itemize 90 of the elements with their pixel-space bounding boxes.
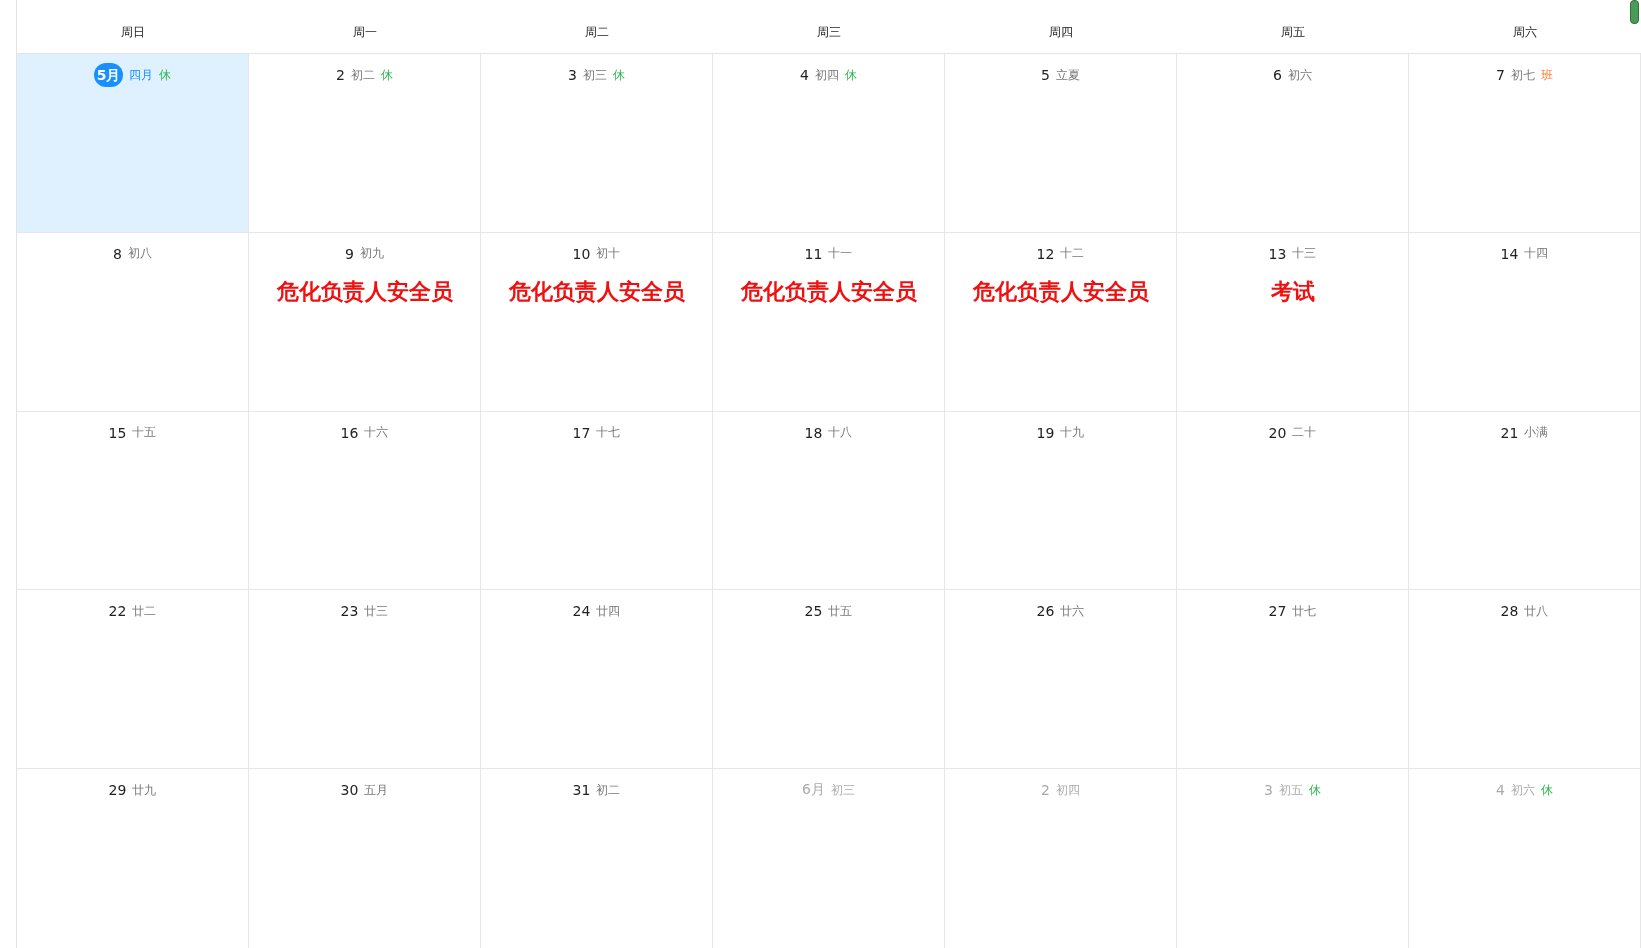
weekday-label: 周五: [1281, 24, 1305, 41]
day-number: 10: [572, 245, 591, 262]
holiday-tag: 班: [1540, 66, 1553, 84]
day-number: 26: [1036, 603, 1055, 620]
calendar-event[interactable]: 危化负责人安全员: [276, 276, 453, 307]
day-number: 8: [113, 245, 122, 262]
holiday-tag: 休: [612, 66, 625, 84]
lunar-date: 十二: [1060, 245, 1085, 263]
day-number: 19: [1036, 424, 1055, 441]
day-number: 2: [1041, 782, 1050, 799]
day-number: 6月: [802, 781, 825, 800]
weekday-label: 周日: [121, 24, 145, 41]
day-number: 7: [1496, 67, 1505, 83]
lunar-date: 立夏: [1055, 66, 1080, 84]
day-number: 24: [572, 603, 591, 620]
day-number: 5月: [93, 63, 124, 87]
lunar-date: 初三: [830, 781, 855, 799]
calendar-event[interactable]: 危化负责人安全员: [740, 276, 917, 307]
lunar-date: 廿七: [1292, 602, 1317, 620]
lunar-date: 廿五: [828, 602, 853, 620]
lunar-date: 初六: [1510, 781, 1535, 799]
day-number: 9: [345, 245, 354, 262]
day-number: 23: [340, 603, 359, 620]
day-number: 5: [1041, 67, 1050, 83]
lunar-date: 十一: [828, 245, 853, 263]
day-number: 6: [1273, 67, 1282, 83]
day-number: 21: [1500, 424, 1519, 441]
day-number: 17: [572, 424, 591, 441]
lunar-date: 廿二: [132, 602, 157, 620]
lunar-date: 初七: [1510, 66, 1535, 84]
day-number: 25: [804, 603, 823, 620]
lunar-date: 廿四: [596, 602, 621, 620]
day-number: 11: [804, 245, 823, 262]
calendar-event[interactable]: 危化负责人安全员: [508, 276, 685, 307]
day-number: 29: [108, 782, 127, 799]
calendar-event[interactable]: 考试: [1270, 276, 1315, 307]
lunar-date: 初九: [359, 245, 384, 263]
scrollbar-thumb[interactable]: [1630, 0, 1639, 24]
lunar-date: 初四: [1055, 781, 1080, 799]
calendar-event[interactable]: 危化负责人安全员: [972, 276, 1149, 307]
lunar-date: 初六: [1287, 66, 1312, 84]
day-number: 14: [1500, 245, 1519, 262]
lunar-date: 廿九: [132, 781, 157, 799]
holiday-tag: 休: [844, 66, 857, 84]
lunar-date: 十九: [1060, 424, 1085, 442]
day-number: 15: [108, 424, 127, 441]
lunar-date: 初八: [127, 245, 152, 263]
day-number: 12: [1036, 245, 1055, 262]
lunar-date: 廿六: [1060, 602, 1085, 620]
day-number: 18: [804, 424, 823, 441]
lunar-date: 初三: [582, 66, 607, 84]
holiday-tag: 休: [380, 66, 393, 84]
weekday-label: 周二: [585, 24, 609, 41]
lunar-date: 二十: [1292, 424, 1317, 442]
day-number: 13: [1268, 245, 1287, 262]
day-number: 2: [336, 67, 345, 83]
lunar-date: 廿八: [1524, 602, 1549, 620]
day-number: 4: [1496, 782, 1505, 799]
lunar-date: 十三: [1292, 245, 1317, 263]
day-number: 20: [1268, 424, 1287, 441]
lunar-date: 十七: [596, 424, 621, 442]
day-number: 30: [340, 782, 359, 799]
lunar-date: 十六: [364, 424, 389, 442]
day-number: 16: [340, 424, 359, 441]
weekday-label: 周四: [1049, 24, 1073, 41]
day-number: 22: [108, 603, 127, 620]
day-number: 27: [1268, 603, 1287, 620]
day-number: 28: [1500, 603, 1519, 620]
holiday-tag: 休: [159, 66, 172, 84]
lunar-date: 五月: [364, 781, 389, 799]
lunar-date: 十八: [828, 424, 853, 442]
day-number: 3: [1264, 782, 1273, 799]
lunar-date: 四月: [129, 66, 154, 84]
lunar-date: 初二: [596, 781, 621, 799]
weekday-label: 周三: [817, 24, 841, 41]
weekday-label: 周一: [353, 24, 377, 41]
lunar-date: 十四: [1524, 245, 1549, 263]
lunar-date: 小满: [1524, 424, 1549, 442]
lunar-date: 初五: [1278, 781, 1303, 799]
holiday-tag: 休: [1540, 781, 1553, 799]
lunar-date: 十五: [132, 424, 157, 442]
holiday-tag: 休: [1308, 781, 1321, 799]
day-number: 3: [568, 67, 577, 83]
day-number: 31: [572, 782, 591, 799]
day-number: 4: [800, 67, 809, 83]
lunar-date: 初二: [350, 66, 375, 84]
weekday-label: 周六: [1513, 24, 1537, 41]
lunar-date: 廿三: [364, 602, 389, 620]
lunar-date: 初十: [596, 245, 621, 263]
lunar-date: 初四: [814, 66, 839, 84]
